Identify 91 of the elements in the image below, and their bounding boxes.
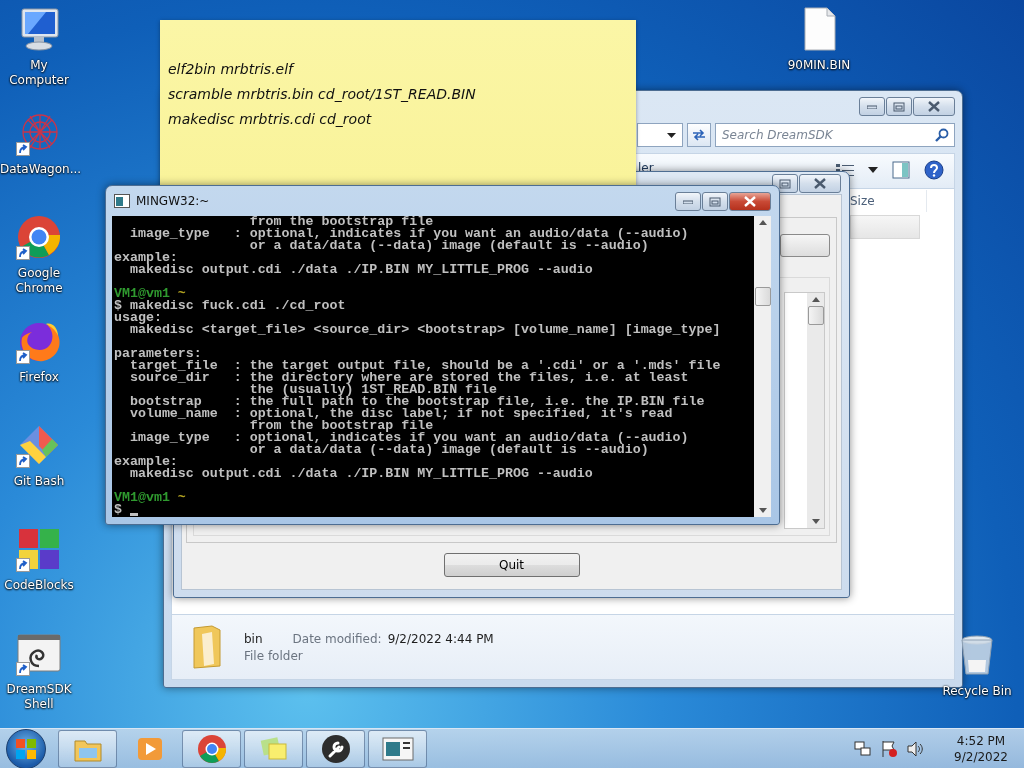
speaker-icon[interactable] bbox=[906, 739, 925, 758]
close-icon bbox=[743, 196, 757, 207]
colored-blocks-icon bbox=[16, 526, 62, 572]
start-button[interactable] bbox=[6, 728, 46, 768]
scroll-down-arrow-icon[interactable] bbox=[811, 519, 820, 524]
note-line: scramble mrbtris.bin cd_root/1ST_READ.BIN bbox=[168, 85, 476, 104]
terminal-line: volume_name : optional, the disc label; if not specified, it's read bbox=[128, 408, 673, 420]
restore-icon bbox=[893, 101, 905, 112]
terminal-line: image_type : optional, indicates if you want an audio/data (--audio) bbox=[128, 228, 689, 240]
note-line: makedisc mrbtris.cdi cd_root bbox=[168, 110, 372, 129]
clock-time[interactable]: 4:52 PM bbox=[956, 733, 1006, 748]
terminal-line: from the bootstrap file bbox=[248, 216, 434, 228]
desktop-icon-label[interactable]: My Computer bbox=[0, 58, 78, 88]
terminal-line: example: bbox=[114, 252, 178, 264]
minimize-icon bbox=[683, 199, 693, 204]
terminal-line: image_type : optional, indicates if you want an audio/data (--audio) bbox=[128, 432, 689, 444]
refresh-arrows-icon bbox=[691, 128, 707, 142]
maximize-button[interactable] bbox=[886, 97, 912, 116]
folder-icon bbox=[190, 624, 224, 670]
close-button[interactable] bbox=[729, 192, 771, 211]
terminal-line: bootstrap : the full path to the bootstrap file, i.e. the IP.BIN file bbox=[128, 396, 705, 408]
terminal-line: target_file : the target output file, should be a '.cdi' or a '.mds' file bbox=[129, 360, 721, 372]
scroll-up-arrow-icon[interactable] bbox=[758, 220, 767, 225]
terminal-line: parameters: bbox=[114, 348, 202, 360]
refresh-button[interactable] bbox=[687, 123, 711, 147]
close-button[interactable] bbox=[913, 97, 955, 116]
app-window-icon bbox=[381, 735, 414, 762]
terminal-line: or a data/data (--data) image (default is --audio) bbox=[248, 240, 649, 252]
desktop-icon-label[interactable]: DataWagon... bbox=[0, 162, 78, 177]
terminal-line: usage: bbox=[114, 312, 162, 324]
desktop-icon-label[interactable]: Recycle Bin bbox=[938, 684, 1016, 699]
desktop-icon-label[interactable]: Google Chrome bbox=[0, 266, 78, 296]
desktop-icon-label[interactable]: 90MIN.BIN bbox=[780, 58, 858, 73]
terminal-line: from the bootstrap file bbox=[248, 420, 434, 432]
prompt-path: ~ bbox=[177, 492, 186, 504]
row-highlight bbox=[850, 215, 920, 239]
note-line: elf2bin mrbtris.elf bbox=[168, 60, 294, 79]
close-icon bbox=[813, 178, 827, 189]
search-field[interactable]: Search DreamSDK bbox=[715, 123, 955, 147]
flag-icon[interactable] bbox=[880, 739, 899, 758]
network-icon[interactable] bbox=[854, 739, 873, 758]
dropdown-caret-icon[interactable] bbox=[667, 132, 676, 138]
terminal-line: makedisc <target_file> <source_dir> <bootstrap> [volume_name] [image_type] bbox=[129, 324, 721, 336]
scroll-down-arrow-icon[interactable] bbox=[758, 508, 767, 513]
file-type: File folder bbox=[244, 648, 304, 663]
prompt-symbol: $ bbox=[114, 504, 122, 516]
browser-icon bbox=[196, 733, 227, 764]
scroll-thumb[interactable] bbox=[807, 306, 824, 325]
terminal-line: example: bbox=[114, 456, 178, 468]
date-modified-label: Date modified: bbox=[292, 631, 382, 646]
address-bar[interactable] bbox=[637, 123, 683, 147]
terminal-line: or a data/data (--data) image (default is --audio) bbox=[248, 444, 649, 456]
four-squares-icon bbox=[15, 737, 37, 760]
window-title: MINGW32:~ bbox=[136, 194, 210, 208]
desktop-icon-label[interactable]: Git Bash bbox=[0, 474, 78, 489]
terminal-line: makedisc output.cdi ./data ./IP.BIN MY_LITTLE_PROG --audio bbox=[129, 468, 593, 480]
restore-icon bbox=[709, 196, 721, 207]
close-icon bbox=[927, 101, 941, 112]
close-button[interactable] bbox=[799, 174, 841, 193]
desktop-icon-label[interactable]: Firefox bbox=[0, 370, 78, 385]
wide-button[interactable] bbox=[780, 234, 830, 257]
scrollbar[interactable] bbox=[754, 216, 771, 517]
minimize-button[interactable] bbox=[859, 97, 885, 116]
minimize-icon bbox=[867, 104, 877, 109]
date-modified-value: 9/2/2022 4:44 PM bbox=[387, 631, 494, 646]
terminal-line: the (usually) 1ST_READ.BIN file bbox=[248, 384, 497, 396]
browser-icon bbox=[16, 214, 62, 260]
desktop-icon-label[interactable]: CodeBlocks bbox=[0, 578, 78, 593]
terminal-line: $ makedisc fuck.cdi ./cd_root bbox=[114, 300, 346, 312]
quit-button[interactable]: Quit bbox=[443, 553, 580, 577]
terminal-app-icon bbox=[114, 194, 130, 208]
prompt-user: VM1@vm1 bbox=[114, 492, 170, 504]
scroll-up-arrow-icon[interactable] bbox=[811, 297, 820, 302]
minimize-button[interactable] bbox=[675, 192, 701, 211]
scroll-thumb[interactable] bbox=[754, 287, 771, 306]
sticky-notes-icon bbox=[258, 734, 289, 763]
wrench-icon bbox=[320, 733, 351, 764]
clock-date[interactable]: 9/2/2022 bbox=[954, 749, 1008, 764]
prompt-path: ~ bbox=[177, 288, 186, 300]
prompt-user: VM1@vm1 bbox=[114, 288, 170, 300]
terminal-line: source_dir : the directory where are stored the files, i.e. at least bbox=[128, 372, 689, 384]
dropdown-caret-icon[interactable] bbox=[868, 167, 878, 173]
scrollbar[interactable] bbox=[807, 293, 824, 528]
file-name: bin bbox=[244, 631, 263, 646]
restore-icon bbox=[779, 178, 791, 189]
terminal-line: makedisc output.cdi ./data ./IP.BIN MY_LITTLE_PROG --audio bbox=[129, 264, 593, 276]
search-icon[interactable] bbox=[935, 128, 949, 142]
desktop-icon-label[interactable]: DreamSDK Shell bbox=[0, 682, 78, 712]
taskbar-button[interactable] bbox=[306, 729, 365, 768]
maximize-button[interactable] bbox=[702, 192, 728, 211]
help-icon[interactable] bbox=[924, 160, 944, 180]
